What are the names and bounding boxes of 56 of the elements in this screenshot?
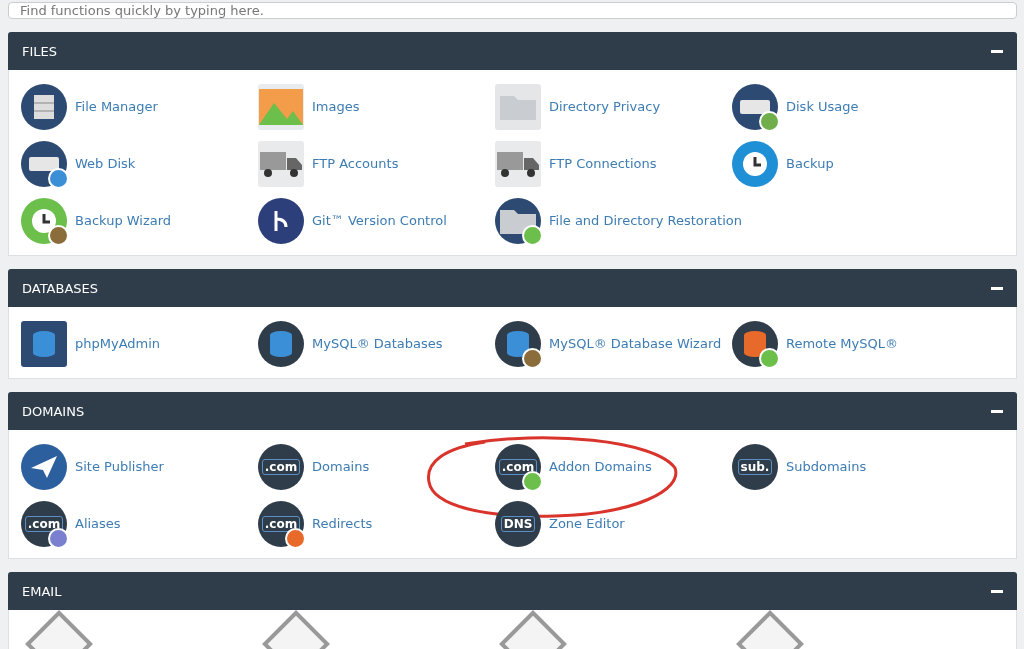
database-window-icon xyxy=(21,320,67,367)
tool-link[interactable]: .com Aliases xyxy=(21,500,258,547)
tool-link[interactable]: MySQL® Databases xyxy=(258,320,495,367)
tool-label: phpMyAdmin xyxy=(75,336,161,351)
tool-link[interactable]: Remote MySQL® xyxy=(732,320,969,367)
tool-link[interactable]: DNS Zone Editor xyxy=(495,500,732,547)
tool-link[interactable]: FTP Connections xyxy=(495,140,732,187)
tool-label: Addon Domains xyxy=(549,459,652,474)
tool-label: Redirects xyxy=(312,516,373,531)
tool-label: Images xyxy=(312,99,360,114)
tool-link[interactable]: .com Redirects xyxy=(258,500,495,547)
tool-label: Remote MySQL® xyxy=(786,336,898,351)
tool-link[interactable]: Site Publisher xyxy=(21,443,258,490)
tool-label: Web Disk xyxy=(75,156,136,171)
tool-label: Subdomains xyxy=(786,459,867,474)
tool-label: File Manager xyxy=(75,99,158,114)
tool-label: Git™ Version Control xyxy=(312,213,447,228)
tool-link[interactable]: MySQL® Database Wizard xyxy=(495,320,732,367)
tool-label: Zone Editor xyxy=(549,516,625,531)
tool-link[interactable]: .com Domains xyxy=(258,443,495,490)
tool-link[interactable]: phpMyAdmin xyxy=(21,320,258,367)
tool-label: Aliases xyxy=(75,516,121,531)
database-icon xyxy=(258,320,304,367)
tool-label: Disk Usage xyxy=(786,99,859,114)
section-title: EMAIL xyxy=(22,583,62,599)
tool-link[interactable]: Disk Usage xyxy=(732,83,969,130)
tool-label: File and Directory Restoration xyxy=(549,213,742,228)
tool-link[interactable]: File Manager xyxy=(21,83,258,130)
tool-link[interactable]: Backup xyxy=(732,140,969,187)
icon-label: DNS xyxy=(500,515,536,532)
tool-link[interactable]: Directory Privacy xyxy=(495,83,732,130)
tool-label: Site Publisher xyxy=(75,459,164,474)
tool-label: FTP Connections xyxy=(549,156,657,171)
tool-link[interactable]: Web Disk xyxy=(21,140,258,187)
section-title: DATABASES xyxy=(22,280,99,296)
tool-label: Backup Wizard xyxy=(75,213,172,228)
tool-label: Backup xyxy=(786,156,834,171)
tool-link[interactable]: Backup Wizard xyxy=(21,197,258,244)
tool-label: Domains xyxy=(312,459,370,474)
tool-link[interactable]: FTP Accounts xyxy=(258,140,495,187)
truck-icon xyxy=(258,140,304,187)
landscape-picture-icon xyxy=(258,83,304,130)
tool-link[interactable]: Git™ Version Control xyxy=(258,197,495,244)
tool-label: MySQL® Database Wizard xyxy=(549,336,722,351)
section-title: DOMAINS xyxy=(22,403,85,419)
section-title: FILES xyxy=(22,43,58,59)
file-cabinet-icon xyxy=(21,83,67,130)
tool-link[interactable]: sub. Subdomains xyxy=(732,443,969,490)
tool-link[interactable]: .com Addon Domains xyxy=(495,443,732,490)
icon-label: .com xyxy=(261,458,301,475)
tool-label: FTP Accounts xyxy=(312,156,399,171)
tool-label: MySQL® Databases xyxy=(312,336,443,351)
tool-label: Directory Privacy xyxy=(549,99,661,114)
tool-link[interactable]: Images xyxy=(258,83,495,130)
search-field[interactable]: Find functions quickly by typing here. xyxy=(8,2,1017,19)
icon-label: sub. xyxy=(737,458,773,475)
